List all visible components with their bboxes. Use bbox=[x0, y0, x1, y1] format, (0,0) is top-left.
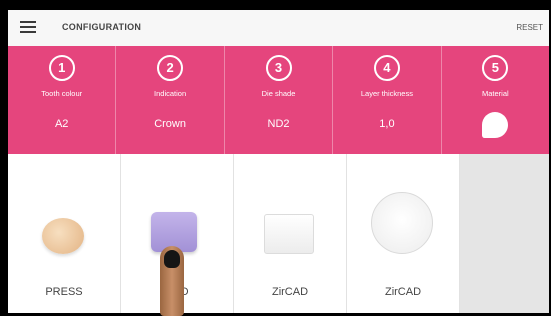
configuration-steps: 1 Tooth colour A2 2 Indication Crown 3 D… bbox=[8, 46, 549, 154]
top-bar: CONFIGURATION RESET bbox=[8, 10, 549, 47]
step-die-shade[interactable]: 3 Die shade ND2 bbox=[225, 46, 334, 154]
step-number-badge: 2 bbox=[157, 55, 184, 81]
material-options: PRESS CAD ZirCAD ZirCAD bbox=[8, 154, 549, 313]
step-indication[interactable]: 2 Indication Crown bbox=[116, 46, 225, 154]
product-label: PRESS bbox=[45, 286, 83, 298]
page-title: CONFIGURATION bbox=[62, 22, 142, 32]
product-card-press[interactable]: PRESS bbox=[8, 154, 121, 313]
zircad-block-image bbox=[264, 214, 314, 254]
step-material[interactable]: 5 Material bbox=[442, 46, 549, 154]
step-value: ND2 bbox=[267, 118, 290, 130]
step-label: Material bbox=[481, 89, 509, 98]
fingernail bbox=[164, 250, 180, 268]
step-label: Tooth colour bbox=[41, 89, 83, 98]
reset-button[interactable]: RESET bbox=[516, 23, 543, 32]
step-label: Die shade bbox=[261, 89, 296, 98]
hamburger-menu-icon[interactable] bbox=[20, 21, 36, 33]
step-number-badge: 5 bbox=[482, 55, 509, 81]
step-label: Layer thickness bbox=[360, 89, 413, 98]
step-value: 1,0 bbox=[379, 118, 395, 130]
step-layer-thickness[interactable]: 4 Layer thickness 1,0 bbox=[333, 46, 442, 154]
step-number-badge: 3 bbox=[265, 55, 292, 81]
tooth-icon bbox=[482, 112, 509, 138]
zircad-disc-image bbox=[371, 192, 433, 254]
step-number-badge: 4 bbox=[373, 55, 400, 81]
product-label: ZirCAD bbox=[271, 286, 309, 298]
step-value: A2 bbox=[54, 118, 69, 130]
step-number-badge: 1 bbox=[48, 55, 75, 81]
press-ingot-image bbox=[42, 218, 84, 254]
step-tooth-colour[interactable]: 1 Tooth colour A2 bbox=[8, 46, 117, 154]
pointing-finger bbox=[160, 246, 184, 316]
step-value: Crown bbox=[154, 118, 186, 130]
product-card-zircad-disc[interactable]: ZirCAD bbox=[347, 154, 460, 313]
product-label: ZirCAD bbox=[384, 286, 422, 298]
product-card-zircad-block[interactable]: ZirCAD bbox=[234, 154, 347, 313]
app-screen: CONFIGURATION RESET 1 Tooth colour A2 2 … bbox=[8, 10, 549, 313]
step-label: Indication bbox=[154, 89, 187, 98]
empty-slot bbox=[460, 154, 549, 313]
